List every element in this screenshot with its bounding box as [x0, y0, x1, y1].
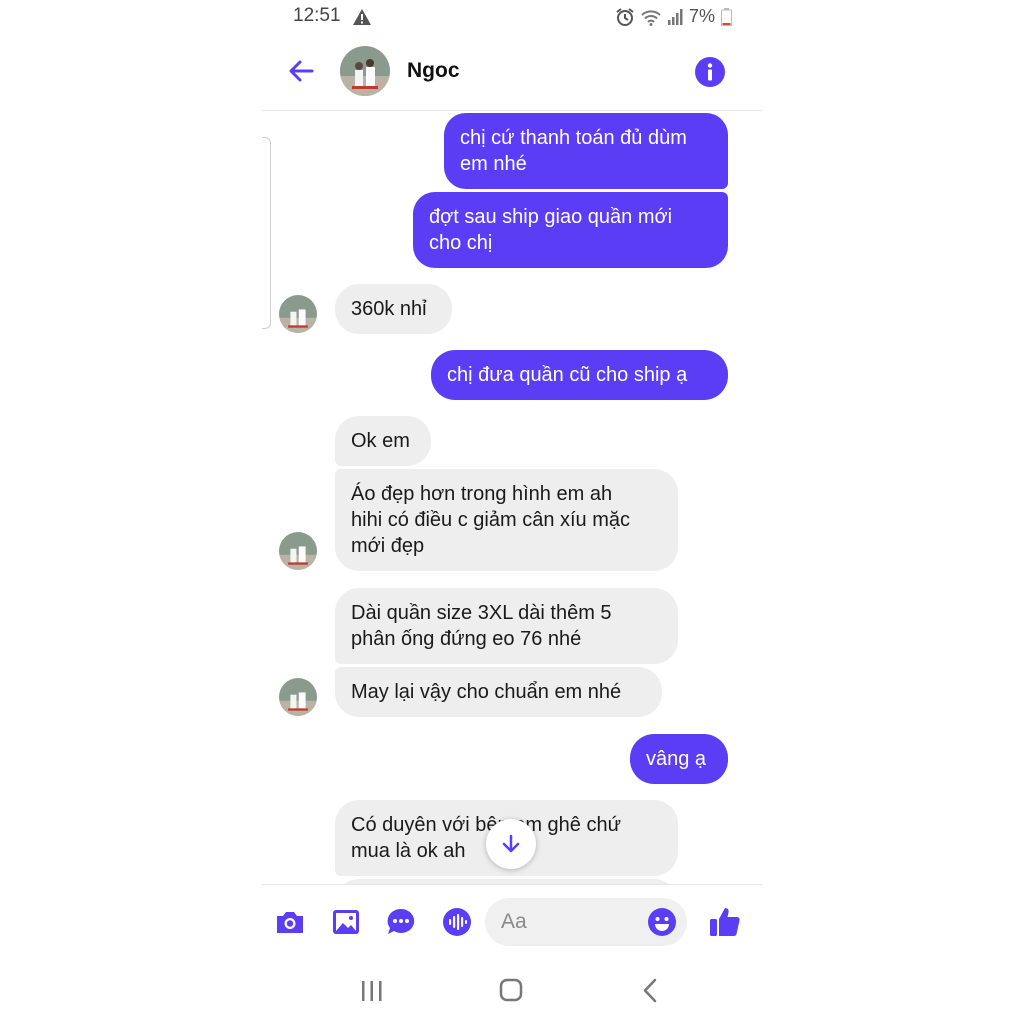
camera-icon[interactable]	[273, 905, 307, 939]
voice-icon[interactable]	[440, 905, 474, 939]
contact-avatar-small	[279, 295, 317, 333]
back-nav-icon[interactable]	[635, 976, 667, 1006]
status-time: 12:51	[293, 5, 341, 26]
back-arrow-icon[interactable]	[284, 54, 318, 88]
signal-icon	[667, 8, 683, 25]
contact-avatar-small	[279, 678, 317, 716]
home-icon[interactable]	[495, 976, 527, 1006]
wifi-icon	[641, 9, 661, 26]
composer-bar	[262, 884, 762, 961]
message-outgoing[interactable]: chị cứ thanh toán đủ dùm em nhé	[444, 113, 728, 189]
message-incoming[interactable]: 360k nhỉ	[335, 284, 452, 334]
status-bar: 12:51 7%	[262, 0, 762, 36]
message-incoming[interactable]: Áo đẹp hơn trong hình em ah hihi có điều…	[335, 469, 678, 571]
message-text: May lại vậy cho chuẩn em nhé	[351, 681, 622, 703]
message-text: chị cứ thanh toán đủ dùm em nhé	[460, 127, 687, 175]
recent-apps-icon[interactable]	[356, 976, 388, 1006]
warning-icon	[353, 9, 371, 25]
message-text: Ok em	[351, 430, 410, 452]
message-text: chị đưa quần cũ cho ship ạ	[447, 364, 688, 386]
message-outgoing[interactable]: đợt sau ship giao quần mới cho chị	[413, 192, 728, 268]
message-list[interactable]: chị cứ thanh toán đủ dùm em nhé đợt sau …	[262, 111, 762, 884]
alarm-icon	[616, 7, 634, 26]
more-icon[interactable]	[384, 905, 418, 939]
message-text: 360k nhỉ	[351, 298, 427, 320]
info-icon[interactable]	[694, 56, 726, 88]
message-outgoing[interactable]: vâng ạ	[630, 734, 728, 784]
phone-screen: 12:51 7% Ngoc chị cứ thanh toán đủ dùm e…	[262, 0, 762, 1024]
emoji-icon[interactable]	[647, 907, 677, 937]
message-outgoing[interactable]: chị đưa quần cũ cho ship ạ	[431, 350, 728, 400]
message-incoming[interactable]: May lại vậy cho chuẩn em nhé	[335, 667, 662, 717]
message-incoming[interactable]: Dài quần size 3XL dài thêm 5 phân ống đứ…	[335, 588, 678, 664]
status-indicators: 7%	[615, 6, 732, 27]
contact-avatar[interactable]	[340, 46, 390, 96]
battery-percent: 7%	[688, 6, 715, 26]
gallery-icon[interactable]	[329, 905, 363, 939]
battery-icon	[721, 7, 732, 26]
system-nav-bar	[262, 960, 762, 1024]
avatar-photo	[340, 46, 390, 96]
thumbs-up-icon[interactable]	[708, 905, 742, 939]
message-incoming[interactable]: Ok em	[335, 416, 431, 466]
contact-name[interactable]: Ngoc	[407, 59, 460, 83]
scroll-to-bottom-button[interactable]	[486, 819, 536, 869]
chat-header: Ngoc	[262, 36, 762, 111]
message-text: vâng ạ	[646, 748, 707, 770]
scroll-down-arrow-icon	[502, 834, 520, 853]
message-text: đợt sau ship giao quần mới cho chị	[429, 206, 673, 254]
message-text: Áo đẹp hơn trong hình em ah hihi có điều…	[351, 483, 631, 557]
scroll-indicator	[262, 137, 271, 329]
contact-avatar-small	[279, 532, 317, 570]
message-text: Dài quần size 3XL dài thêm 5 phân ống đứ…	[351, 602, 612, 650]
